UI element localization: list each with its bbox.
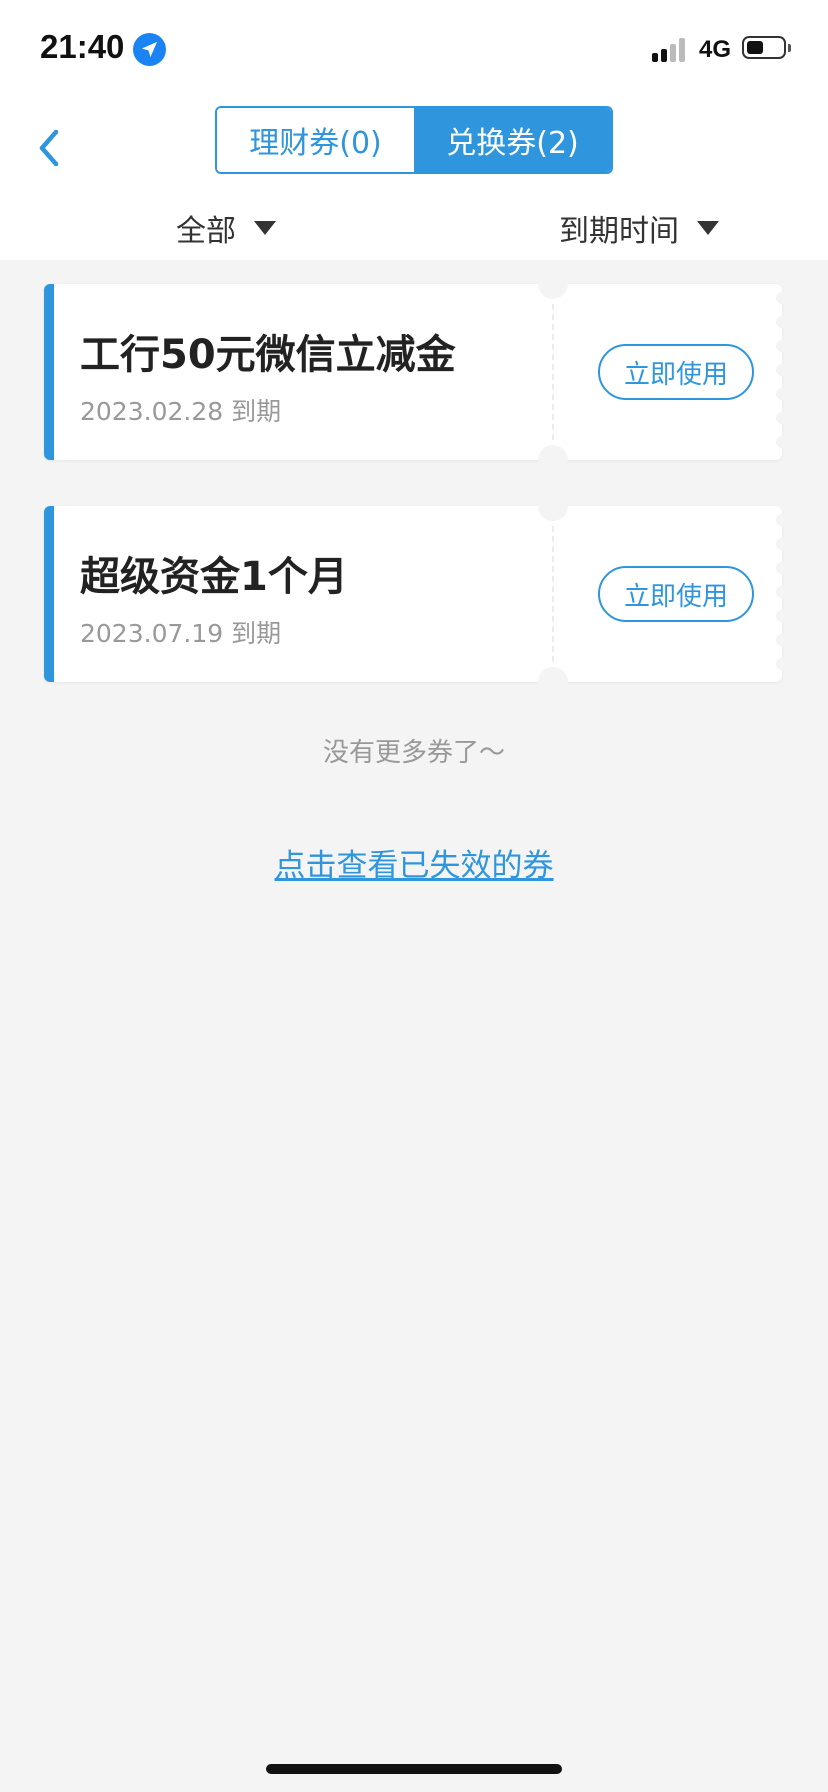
coupon-type-tabs: 理财券(0) 兑换券(2) [215,106,613,174]
coupon-accent-bar [44,284,54,460]
use-now-button[interactable]: 立即使用 [598,566,754,622]
ticket-scallop [776,562,788,574]
ticket-scallop [776,388,788,400]
signal-icon [652,38,692,62]
sort-filter[interactable]: 到期时间 [559,206,719,250]
ticket-notch [538,667,568,697]
location-arrow-icon [133,33,166,66]
coupon-title: 超级资金1个月 [80,554,348,600]
dropdown-triangle-icon [254,221,276,235]
dropdown-triangle-icon [697,221,719,235]
coupon-expire-date: 2023.07.19 到期 [80,619,282,648]
ticket-divider [552,304,554,440]
nav-header: 理财券(0) 兑换券(2) 全部 到期时间 [0,100,828,260]
ticket-scallop [776,658,788,670]
chevron-left-icon [39,129,59,167]
battery-icon [742,36,791,59]
back-button[interactable] [30,116,80,176]
ticket-scallop [776,292,788,304]
ticket-notch [538,445,568,475]
ticket-scallop [776,538,788,550]
coupon-accent-bar [44,506,54,682]
ticket-scallop [776,610,788,622]
ticket-scallop [776,316,788,328]
ticket-scallop [776,514,788,526]
tab-exchange-coupons[interactable]: 兑换券(2) [414,108,611,172]
coupon-title: 工行50元微信立减金 [80,332,456,378]
tab-finance-coupons[interactable]: 理财券(0) [217,108,414,172]
network-type: 4G [699,36,732,63]
category-filter-label: 全部 [176,214,236,249]
status-time: 21:40 [40,28,125,65]
sort-filter-label: 到期时间 [559,214,679,249]
view-expired-coupons-link[interactable]: 点击查看已失效的券 [0,840,828,885]
ticket-scallop [776,364,788,376]
ticket-scallop [776,412,788,424]
coupon-card: 工行50元微信立减金 2023.02.28 到期 立即使用 [44,269,788,475]
category-filter[interactable]: 全部 [176,206,276,250]
ticket-scallop [776,586,788,598]
ticket-scallop [776,436,788,448]
status-bar: 21:40 4G [0,0,828,100]
ticket-notch [538,491,568,521]
ticket-notch [538,269,568,299]
ticket-scallop [776,634,788,646]
ticket-divider [552,526,554,662]
filter-bar: 全部 到期时间 [0,198,828,260]
home-indicator[interactable] [266,1764,562,1774]
ticket-scallop [776,340,788,352]
coupon-expire-date: 2023.02.28 到期 [80,397,282,426]
no-more-text: 没有更多券了～ [322,738,505,768]
use-now-button[interactable]: 立即使用 [598,344,754,400]
coupon-card: 超级资金1个月 2023.07.19 到期 立即使用 [44,491,788,697]
